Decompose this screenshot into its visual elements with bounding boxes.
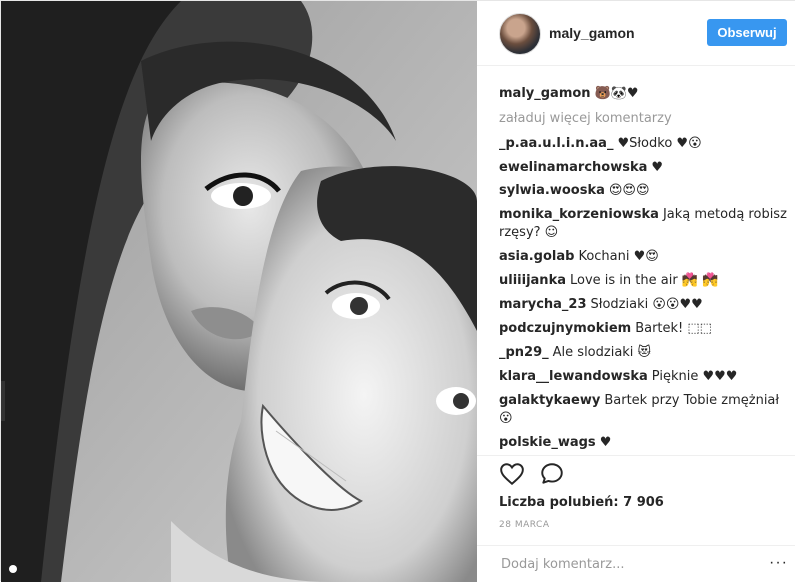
follow-button[interactable]: Obserwuj: [707, 19, 787, 46]
comment-item: ewelinamarchowska ♥: [499, 159, 789, 177]
comment-text: Pięknie ♥♥♥: [651, 369, 738, 384]
comment-username[interactable]: uliiijanka: [499, 273, 566, 288]
speech-bubble-icon[interactable]: [539, 461, 565, 487]
load-more-comments-link[interactable]: załaduj więcej komentarzy: [499, 111, 672, 126]
comment-item: polskie_wags ♥: [499, 434, 789, 452]
comment-text: ♥Słodko ♥😮: [617, 136, 702, 151]
comment-text: Kochani ♥😍: [578, 249, 659, 264]
comment-username[interactable]: _pn29_: [499, 345, 549, 360]
post-side-panel: maly_gamon Obserwuj maly_gamon 🐻🐼♥ załadu…: [477, 1, 795, 582]
header-username[interactable]: maly_gamon: [549, 25, 635, 41]
comments-list[interactable]: maly_gamon 🐻🐼♥ załaduj więcej komentarzy …: [477, 65, 795, 456]
add-comment-bar: ···: [477, 545, 795, 583]
comment-username[interactable]: klara__lewandowska: [499, 369, 648, 384]
comment-item: asia.golab Kochani ♥😍: [499, 248, 789, 266]
comment-item: klara__lewandowska Pięknie ♥♥♥: [499, 368, 789, 386]
comment-username[interactable]: ewelinamarchowska: [499, 160, 647, 175]
comment-input[interactable]: [499, 556, 743, 573]
caption-text: 🐻🐼♥: [594, 86, 639, 101]
likes-count[interactable]: Liczba polubień: 7 906: [499, 495, 664, 510]
post-photo[interactable]: [1, 1, 477, 582]
comment-item: marycha_23 Słodziaki 😮😮♥♥: [499, 296, 789, 314]
comment-text: ♥: [651, 160, 664, 175]
comment-text: Love is in the air 💏 💏: [569, 273, 719, 288]
comment-item: uliiijanka Love is in the air 💏 💏: [499, 272, 789, 290]
comment-username[interactable]: polskie_wags: [499, 435, 596, 450]
comment-item: monika_korzeniowska Jaką metodą robisz rz…: [499, 206, 789, 242]
comment-username[interactable]: podczujnymokiem: [499, 321, 631, 336]
comment-text: Bartek! ⬚⬚: [635, 321, 712, 336]
comment-username[interactable]: asia.golab: [499, 249, 574, 264]
avatar[interactable]: [499, 13, 541, 55]
caption: maly_gamon 🐻🐼♥: [499, 85, 789, 103]
comment-username[interactable]: marycha_23: [499, 297, 587, 312]
heart-outline-icon[interactable]: [499, 461, 525, 487]
comment-item: _pn29_ Ale slodziaki 😻: [499, 344, 789, 362]
comment-text: Ale slodziaki 😻: [552, 345, 652, 360]
comment-username[interactable]: monika_korzeniowska: [499, 207, 659, 222]
caption-username[interactable]: maly_gamon: [499, 86, 591, 101]
post-header: maly_gamon Obserwuj: [477, 1, 795, 66]
comment-text: Słodziaki 😮😮♥♥: [590, 297, 703, 312]
more-options-icon[interactable]: ···: [769, 554, 788, 572]
comment-item: podczujnymokiem Bartek! ⬚⬚: [499, 320, 789, 338]
comment-item: sylwia.wooska 😍😍😍: [499, 182, 789, 200]
comment-username[interactable]: _p.aa.u.l.i.n.aa_: [499, 136, 613, 151]
comment-username[interactable]: sylwia.wooska: [499, 183, 605, 198]
post-dialog: maly_gamon Obserwuj maly_gamon 🐻🐼♥ załadu…: [0, 0, 795, 582]
photo-image: [1, 1, 477, 582]
comment-item: galaktykaewy Bartek przy Tobie zmężniał 😮: [499, 392, 789, 428]
comment-item: _p.aa.u.l.i.n.aa_ ♥Słodko ♥😮: [499, 135, 789, 153]
comment-text: 😍😍😍: [608, 183, 650, 198]
comment-username[interactable]: galaktykaewy: [499, 393, 600, 408]
comment-text: ♥: [599, 435, 612, 450]
post-date[interactable]: 28 MARCA: [499, 520, 549, 530]
